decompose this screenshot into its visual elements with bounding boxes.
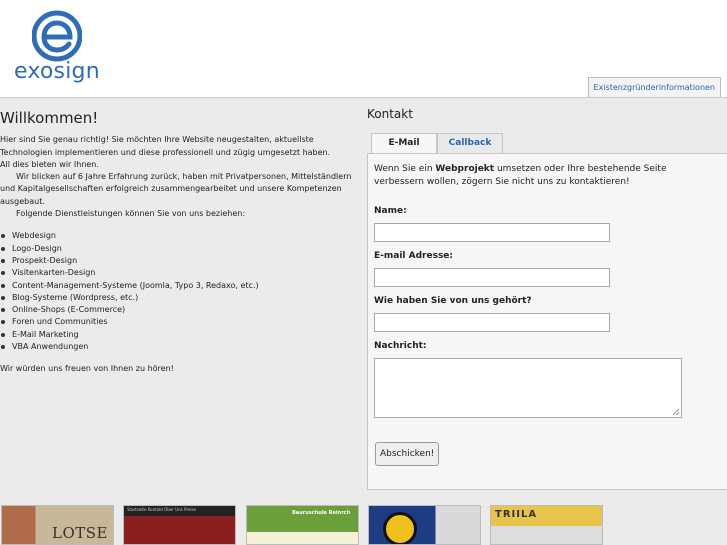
thumbnail-text: Bauruschule Reinrch	[292, 510, 351, 516]
name-label: Name:	[374, 206, 407, 216]
thumbnail-text: Startseite Kontakt Über Uns Preise	[127, 507, 196, 512]
contact-title: Kontakt	[367, 107, 413, 121]
list-item: Prospekt-Design	[0, 255, 358, 267]
submit-button[interactable]: Abschicken!	[375, 442, 440, 466]
list-item: Foren und Communities	[0, 316, 358, 328]
email-label: E-mail Adresse:	[374, 251, 454, 261]
message-textarea[interactable]	[374, 358, 682, 418]
portfolio-thumbnail-bauruschule[interactable]: Bauruschule Reinrch	[246, 505, 359, 545]
tab-existenzgruender[interactable]: Existenzgründerinformationen	[587, 77, 721, 97]
tab-email[interactable]: E-Mail	[371, 133, 437, 154]
welcome-outro: Wir würden uns freuen von Ihnen zu hören…	[0, 364, 174, 374]
list-item: Online-Shops (E-Commerce)	[0, 304, 358, 316]
welcome-paragraph: All dies bieten wir Ihnen.	[0, 159, 99, 169]
email-field[interactable]	[374, 268, 610, 287]
list-item: Content-Management-Systeme (Joomla, Typo…	[0, 280, 358, 292]
portfolio-thumbnail-mdi[interactable]: Startseite Kontakt Über Uns Preise	[123, 505, 236, 545]
name-field[interactable]	[374, 223, 610, 242]
mascot-icon	[383, 512, 417, 544]
tab-callback[interactable]: Callback	[437, 133, 503, 153]
list-item: Blog-Systeme (Wordpress, etc.)	[0, 292, 358, 304]
site-header: exosign Existenzgründerinformationen	[0, 0, 727, 98]
list-item: Logo-Design	[0, 243, 358, 255]
contact-form-panel: Wenn Sie ein Webprojekt umsetzen oder Ih…	[367, 153, 727, 490]
resize-grip-icon[interactable]	[673, 409, 679, 415]
list-item: Visitenkarten-Design	[0, 267, 358, 279]
list-item: VBA Anwendungen	[0, 341, 358, 353]
thumbnail-text: LOTSE	[52, 524, 108, 542]
contact-section: Kontakt E-Mail Callback Wenn Sie ein Web…	[367, 104, 727, 490]
services-list: Webdesign Logo-Design Prospekt-Design Vi…	[0, 230, 358, 353]
welcome-paragraph: Wir blicken auf 6 Jahre Erfahrung zurück…	[0, 172, 352, 206]
welcome-title: Willkommen!	[0, 109, 99, 127]
list-item: Webdesign	[0, 230, 358, 242]
contact-intro: Wenn Sie ein Webprojekt umsetzen oder Ih…	[374, 163, 714, 189]
exosign-logo-icon[interactable]	[32, 10, 82, 62]
source-field[interactable]	[374, 313, 610, 332]
portfolio-thumbnail-triila[interactable]: TRIILA	[490, 505, 603, 545]
message-label: Nachricht:	[374, 341, 427, 351]
source-label: Wie haben Sie von uns gehört?	[374, 296, 532, 306]
welcome-paragraph: Folgende Dienstleistungen können Sie von…	[16, 209, 246, 219]
intro-text: Wenn Sie ein	[374, 164, 436, 174]
thumbnail-text: TRIILA	[495, 509, 538, 520]
list-item: E-Mail Marketing	[0, 329, 358, 341]
portfolio-thumbnail-lotse[interactable]: LOTSE	[1, 505, 114, 545]
portfolio-thumbnail-mascot[interactable]	[368, 505, 481, 545]
intro-highlight: Webprojekt	[435, 164, 495, 174]
logo-text[interactable]: exosign	[14, 59, 100, 84]
welcome-section: Willkommen! Hier sind Sie genau richtig!…	[0, 105, 358, 376]
welcome-paragraph: Hier sind Sie genau richtig! Sie möchten…	[0, 135, 331, 157]
